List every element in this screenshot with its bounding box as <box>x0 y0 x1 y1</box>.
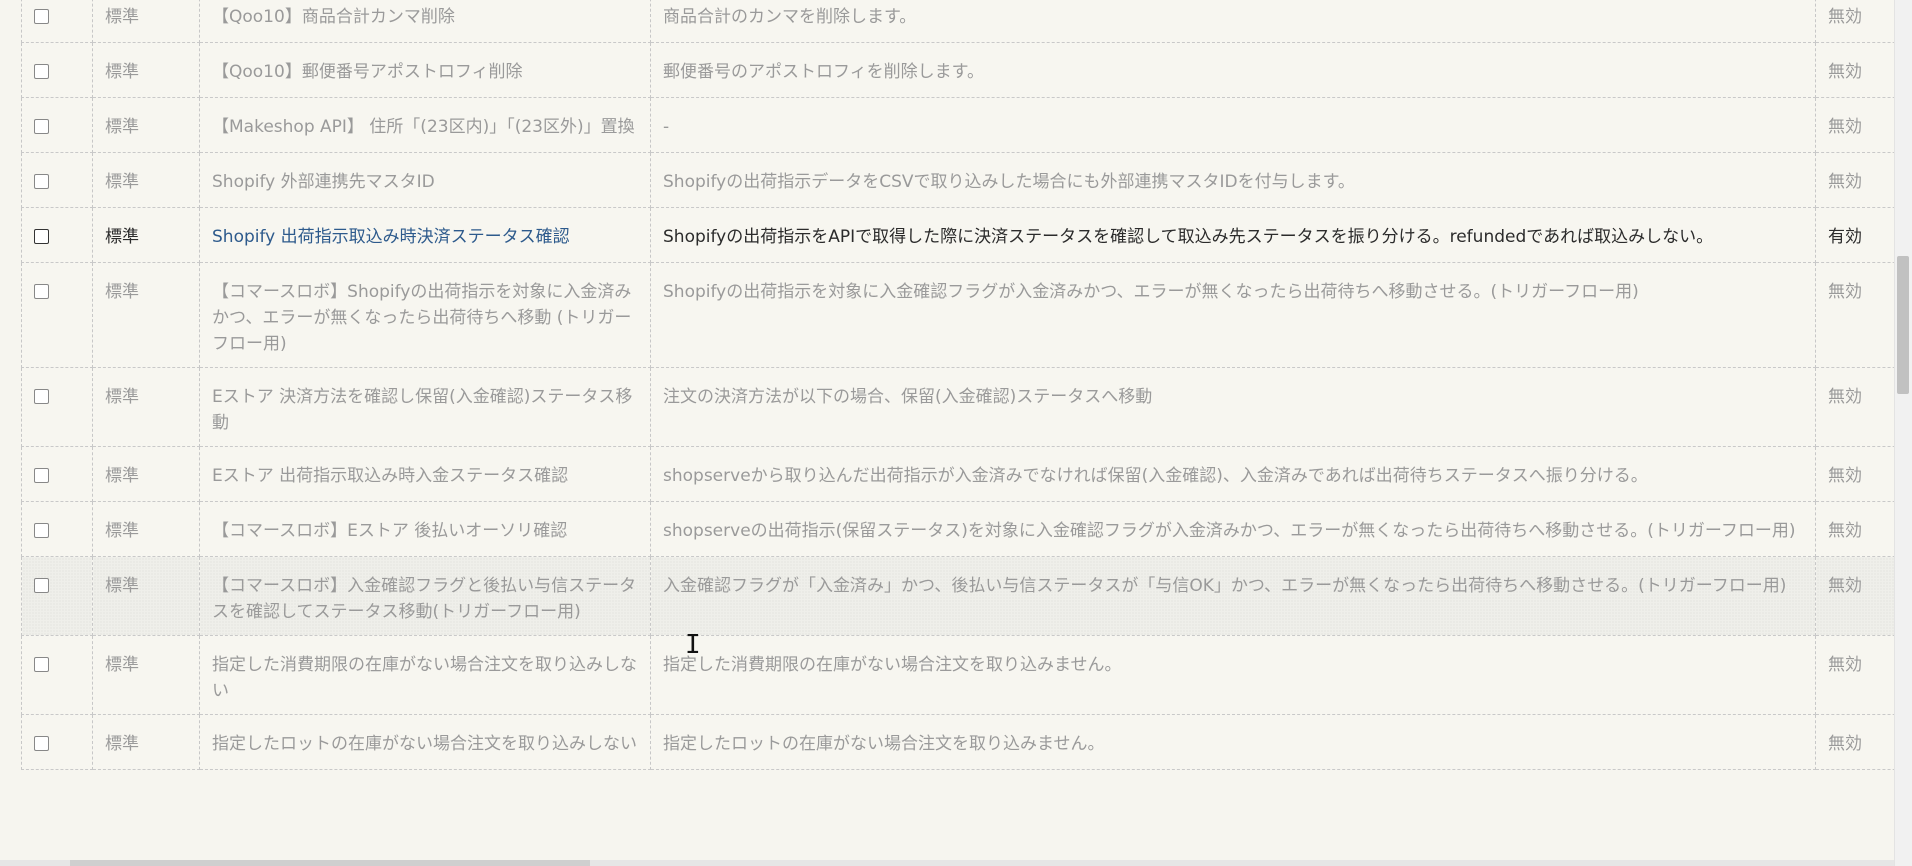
rule-description: shopserveの出荷指示(保留ステータス)を対象に入金確認フラグが入金済みか… <box>650 501 1816 557</box>
row-checkbox[interactable] <box>34 284 49 299</box>
rule-type: 標準 <box>92 714 200 770</box>
row-checkbox[interactable] <box>34 229 49 244</box>
rule-type: 標準 <box>92 446 200 502</box>
rule-name-link[interactable]: 【Makeshop API】 住所「(23区内)」「(23区外)」置換 <box>199 97 651 153</box>
table-row[interactable]: 標準 【Qoo10】郵便番号アポストロフィ削除 郵便番号のアポストロフィを削除し… <box>21 42 1911 98</box>
row-select-cell <box>21 714 93 770</box>
rule-name-link[interactable]: 【コマースロボ】入金確認フラグと後払い与信ステータスを確認してステータス移動(ト… <box>199 556 651 636</box>
rule-description: 注文の決済方法が以下の場合、保留(入金確認)ステータスへ移動 <box>650 367 1816 447</box>
rule-type: 標準 <box>92 97 200 153</box>
rule-description: Shopifyの出荷指示をAPIで取得した際に決済ステータスを確認して取込み先ス… <box>650 207 1816 263</box>
row-checkbox[interactable] <box>34 119 49 134</box>
table-row[interactable]: 標準 【Qoo10】商品合計カンマ削除 商品合計のカンマを削除します。 無効 <box>21 0 1911 43</box>
table-row[interactable]: 標準 Shopify 外部連携先マスタID Shopifyの出荷指示データをCS… <box>21 152 1911 208</box>
rule-type: 標準 <box>92 501 200 557</box>
rules-list-viewport: 標準 【Qoo10】商品合計カンマ削除 商品合計のカンマを削除します。 無効 標… <box>0 0 1912 866</box>
table-row[interactable]: 標準 Eストア 出荷指示取込み時入金ステータス確認 shopserveから取り込… <box>21 446 1911 502</box>
rule-description: 指定したロットの在庫がない場合注文を取り込みません。 <box>650 714 1816 770</box>
rule-type: 標準 <box>92 207 200 263</box>
rule-description: 郵便番号のアポストロフィを削除します。 <box>650 42 1816 98</box>
rules-table: 標準 【Qoo10】商品合計カンマ削除 商品合計のカンマを削除します。 無効 標… <box>21 0 1911 770</box>
rule-name-link[interactable]: 【コマースロボ】Shopifyの出荷指示を対象に入金済みかつ、エラーが無くなった… <box>199 262 651 368</box>
rule-description: Shopifyの出荷指示データをCSVで取り込みした場合にも外部連携マスタIDを… <box>650 152 1816 208</box>
table-row[interactable]: 標準 【コマースロボ】入金確認フラグと後払い与信ステータスを確認してステータス移… <box>21 556 1911 636</box>
row-checkbox[interactable] <box>34 64 49 79</box>
rule-description: shopserveから取り込んだ出荷指示が入金済みでなければ保留(入金確認)、入… <box>650 446 1816 502</box>
rule-name-link[interactable]: Shopify 出荷指示取込み時決済ステータス確認 <box>199 207 651 263</box>
vertical-scroll-thumb[interactable] <box>1897 256 1909 394</box>
rule-description: 商品合計のカンマを削除します。 <box>650 0 1816 43</box>
row-checkbox[interactable] <box>34 389 49 404</box>
row-select-cell <box>21 367 93 447</box>
row-select-cell <box>21 635 93 715</box>
rule-type: 標準 <box>92 635 200 715</box>
row-select-cell <box>21 97 93 153</box>
rule-name-link[interactable]: Eストア 出荷指示取込み時入金ステータス確認 <box>199 446 651 502</box>
rule-type: 標準 <box>92 556 200 636</box>
rule-name-link[interactable]: 【Qoo10】商品合計カンマ削除 <box>199 0 651 43</box>
horizontal-scroll-thumb[interactable] <box>70 860 590 866</box>
horizontal-scrollbar[interactable] <box>0 860 1895 866</box>
rule-name-link[interactable]: 【Qoo10】郵便番号アポストロフィ削除 <box>199 42 651 98</box>
row-select-cell <box>21 556 93 636</box>
rules-table-body: 標準 【Qoo10】商品合計カンマ削除 商品合計のカンマを削除します。 無効 標… <box>21 0 1911 770</box>
rule-name-link[interactable]: Shopify 外部連携先マスタID <box>199 152 651 208</box>
rule-type: 標準 <box>92 262 200 368</box>
row-select-cell <box>21 262 93 368</box>
row-select-cell <box>21 207 93 263</box>
row-checkbox[interactable] <box>34 578 49 593</box>
table-row[interactable]: 標準 【コマースロボ】Eストア 後払いオーソリ確認 shopserveの出荷指示… <box>21 501 1911 557</box>
row-checkbox[interactable] <box>34 657 49 672</box>
rule-description: Shopifyの出荷指示を対象に入金確認フラグが入金済みかつ、エラーが無くなった… <box>650 262 1816 368</box>
rule-description: - <box>650 97 1816 153</box>
row-checkbox[interactable] <box>34 523 49 538</box>
row-checkbox[interactable] <box>34 174 49 189</box>
rule-type: 標準 <box>92 367 200 447</box>
rule-description: 指定した消費期限の在庫がない場合注文を取り込みません。 <box>650 635 1816 715</box>
rule-description: 入金確認フラグが「入金済み」かつ、後払い与信ステータスが「与信OK」かつ、エラー… <box>650 556 1816 636</box>
rule-type: 標準 <box>92 0 200 43</box>
table-row[interactable]: 標準 Shopify 出荷指示取込み時決済ステータス確認 Shopifyの出荷指… <box>21 207 1911 263</box>
rule-type: 標準 <box>92 42 200 98</box>
rule-type: 標準 <box>92 152 200 208</box>
rule-name-link[interactable]: Eストア 決済方法を確認し保留(入金確認)ステータス移動 <box>199 367 651 447</box>
table-row[interactable]: 標準 【コマースロボ】Shopifyの出荷指示を対象に入金済みかつ、エラーが無く… <box>21 262 1911 368</box>
row-select-cell <box>21 152 93 208</box>
row-select-cell <box>21 0 93 43</box>
table-row[interactable]: 標準 Eストア 決済方法を確認し保留(入金確認)ステータス移動 注文の決済方法が… <box>21 367 1911 447</box>
row-select-cell <box>21 501 93 557</box>
row-checkbox[interactable] <box>34 468 49 483</box>
rule-name-link[interactable]: 指定した消費期限の在庫がない場合注文を取り込みしない <box>199 635 651 715</box>
table-row[interactable]: 標準 指定した消費期限の在庫がない場合注文を取り込みしない 指定した消費期限の在… <box>21 635 1911 715</box>
rule-name-link[interactable]: 指定したロットの在庫がない場合注文を取り込みしない <box>199 714 651 770</box>
table-row[interactable]: 標準 指定したロットの在庫がない場合注文を取り込みしない 指定したロットの在庫が… <box>21 714 1911 770</box>
row-select-cell <box>21 446 93 502</box>
row-checkbox[interactable] <box>34 9 49 24</box>
table-row[interactable]: 標準 【Makeshop API】 住所「(23区内)」「(23区外)」置換 -… <box>21 97 1911 153</box>
row-checkbox[interactable] <box>34 736 49 751</box>
row-select-cell <box>21 42 93 98</box>
rule-name-link[interactable]: 【コマースロボ】Eストア 後払いオーソリ確認 <box>199 501 651 557</box>
vertical-scrollbar[interactable] <box>1894 0 1912 866</box>
